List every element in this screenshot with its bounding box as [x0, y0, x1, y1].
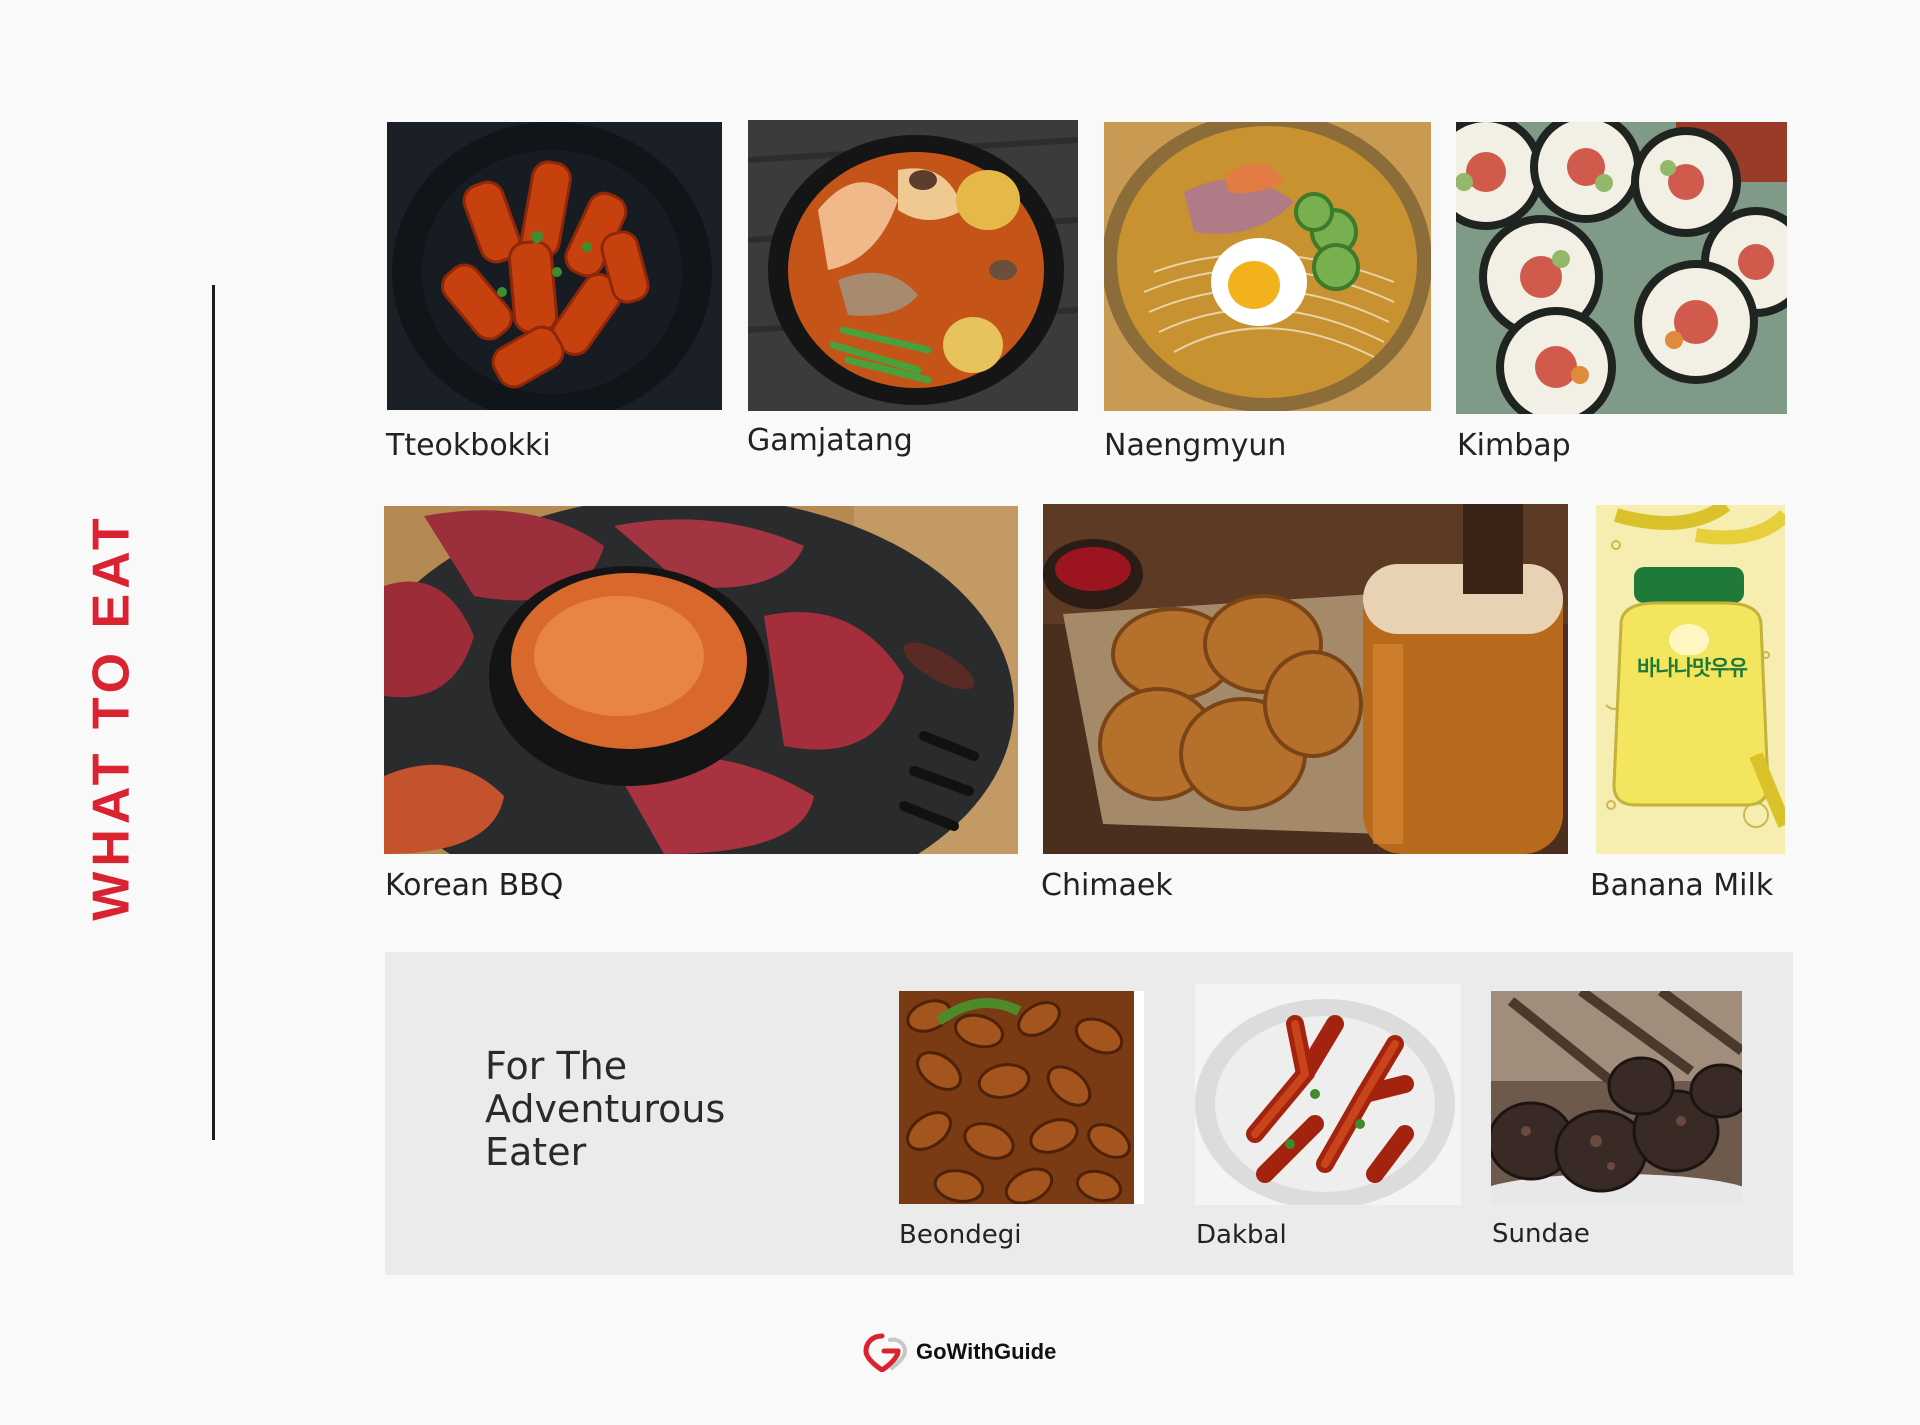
brand-logo[interactable]: GoWithGuide	[862, 1330, 1056, 1374]
beondegi-photo	[899, 991, 1144, 1204]
korean-bbq-photo	[384, 506, 1018, 854]
food-label: Beondegi	[899, 1220, 1022, 1250]
gowithguide-logo-icon	[863, 1333, 908, 1372]
vertical-divider	[212, 285, 215, 1140]
dakbal-photo	[1195, 984, 1461, 1205]
kimbap-photo	[1456, 122, 1787, 414]
gamjatang-photo	[748, 120, 1078, 411]
food-label: Gamjatang	[747, 423, 913, 458]
brand-name: GoWithGuide	[916, 1339, 1057, 1364]
chimaek-photo	[1043, 504, 1568, 854]
sundae-photo	[1491, 991, 1742, 1204]
food-label: Tteokbokki	[386, 428, 551, 463]
adventurous-title: For The Adventurous Eater	[485, 1044, 726, 1174]
food-label: Naengmyun	[1104, 428, 1287, 463]
food-label: Dakbal	[1196, 1220, 1287, 1250]
tteokbokki-photo	[387, 122, 722, 410]
package-text: 바나나맛우유	[1637, 656, 1748, 680]
food-label: Kimbap	[1457, 428, 1571, 463]
food-label: Sundae	[1492, 1219, 1590, 1249]
food-label: Banana Milk	[1590, 868, 1774, 903]
naengmyun-photo	[1104, 122, 1431, 411]
section-title: WHAT TO EAT	[83, 513, 141, 921]
food-label: Chimaek	[1041, 868, 1173, 903]
food-label: Korean BBQ	[385, 868, 564, 903]
